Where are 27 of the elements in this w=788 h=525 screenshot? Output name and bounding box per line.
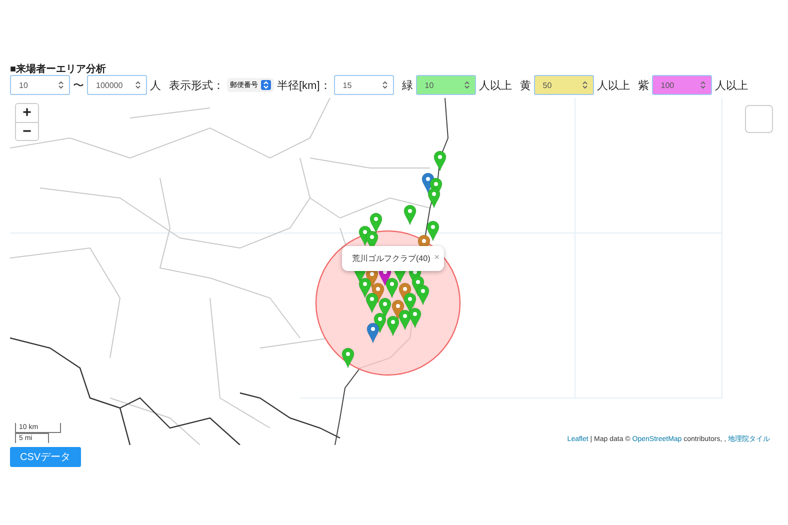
unit-label: 人 [150, 78, 161, 92]
threshold-suffix: 人以上 [478, 78, 512, 92]
spinner-icon[interactable] [382, 81, 388, 89]
min-count-input[interactable]: 10 [10, 75, 70, 95]
zoom-out-button[interactable]: − [16, 122, 38, 140]
max-count-input[interactable]: 100000 [87, 75, 147, 95]
threshold-input[interactable]: 100 [652, 75, 712, 95]
spinner-icon[interactable] [582, 81, 588, 89]
chevron-icon [261, 80, 271, 90]
spinner-icon[interactable] [700, 81, 706, 89]
range-separator: 〜 [73, 78, 84, 92]
threshold-label: 緑 [402, 78, 413, 92]
csv-button[interactable]: CSVデータ [10, 447, 81, 467]
format-label: 表示形式： [169, 78, 224, 92]
threshold-label: 紫 [638, 78, 649, 92]
threshold-input[interactable]: 50 [534, 75, 594, 95]
threshold-suffix: 人以上 [596, 78, 630, 92]
page-title: ■来場者ーエリア分析 [10, 62, 108, 74]
threshold-suffix: 人以上 [714, 78, 748, 92]
radius-input[interactable]: 15 [334, 75, 394, 95]
spinner-icon[interactable] [135, 81, 141, 89]
threshold-label: 黄 [520, 78, 531, 92]
spinner-icon[interactable] [58, 81, 64, 89]
popup-text: 荒川ゴルフクラブ(40) [352, 253, 430, 264]
radius-label: 半径[km]： [277, 78, 331, 92]
threshold-input[interactable]: 10 [416, 75, 476, 95]
spinner-icon[interactable] [464, 81, 470, 89]
